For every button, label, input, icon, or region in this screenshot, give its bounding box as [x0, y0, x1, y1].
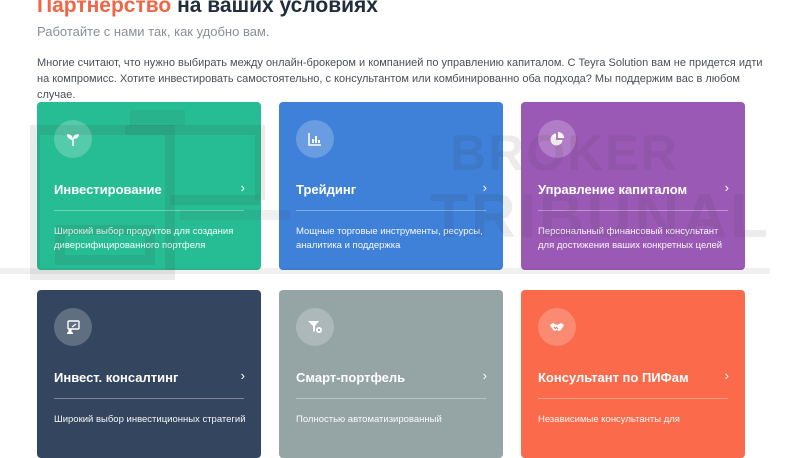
pie-chart-icon — [538, 120, 576, 158]
chevron-right-icon: › — [724, 368, 729, 383]
funnel-gear-icon — [296, 308, 334, 346]
card-title: Инвест. консалтинг — [54, 370, 179, 385]
chevron-right-icon: › — [240, 180, 245, 195]
card-description: Полностью автоматизированный — [296, 414, 442, 425]
card-divider — [296, 210, 486, 211]
card-smart-portfolio[interactable]: Смарт-портфель › Полностью автоматизиров… — [279, 290, 503, 458]
card-title: Трейдинг — [296, 182, 357, 197]
card-invest-consulting[interactable]: Инвест. консалтинг › Широкий выбор инвес… — [37, 290, 261, 458]
bar-chart-icon — [296, 120, 334, 158]
card-title: Смарт-портфель — [296, 370, 406, 385]
card-title: Инвестирование — [54, 182, 162, 197]
card-description: Независимые консультанты для — [538, 414, 680, 425]
card-description: Широкий выбор инвестиционных стратегий — [54, 414, 246, 425]
chevron-right-icon: › — [724, 180, 729, 195]
chevron-right-icon: › — [482, 180, 487, 195]
card-divider — [296, 398, 486, 399]
card-title: Консультант по ПИФам — [538, 370, 689, 385]
card-divider — [538, 210, 728, 211]
handshake-icon — [538, 308, 576, 346]
sprout-icon — [54, 120, 92, 158]
card-description: Широкий выбор продуктов для создания див… — [54, 226, 234, 251]
intro-paragraph: Многие считают, что нужно выбирать между… — [37, 57, 763, 101]
card-investing[interactable]: Инвестирование › Широкий выбор продуктов… — [37, 102, 261, 270]
page-title: Партнёрство на ваших условиях — [37, 0, 378, 18]
card-divider — [54, 210, 244, 211]
watermark-bar — [0, 268, 770, 274]
card-wealth-management[interactable]: Управление капиталом › Персональный фина… — [521, 102, 745, 270]
title-accent: Партнёрство — [37, 0, 172, 17]
card-description: Мощные торговые инструменты, ресурсы, ан… — [296, 226, 483, 251]
card-title: Управление капиталом — [538, 182, 688, 197]
card-divider — [538, 398, 728, 399]
card-divider — [54, 398, 244, 399]
title-rest: на ваших условиях — [171, 0, 378, 17]
card-trading[interactable]: Трейдинг › Мощные торговые инструменты, … — [279, 102, 503, 270]
card-fund-consultant[interactable]: Консультант по ПИФам › Независимые консу… — [521, 290, 745, 458]
page-subtitle: Работайте с нами так, как удобно вам. — [37, 24, 270, 39]
chevron-right-icon: › — [240, 368, 245, 383]
presentation-icon — [54, 308, 92, 346]
card-description: Персональный финансовый консультант для … — [538, 226, 723, 251]
chevron-right-icon: › — [482, 368, 487, 383]
